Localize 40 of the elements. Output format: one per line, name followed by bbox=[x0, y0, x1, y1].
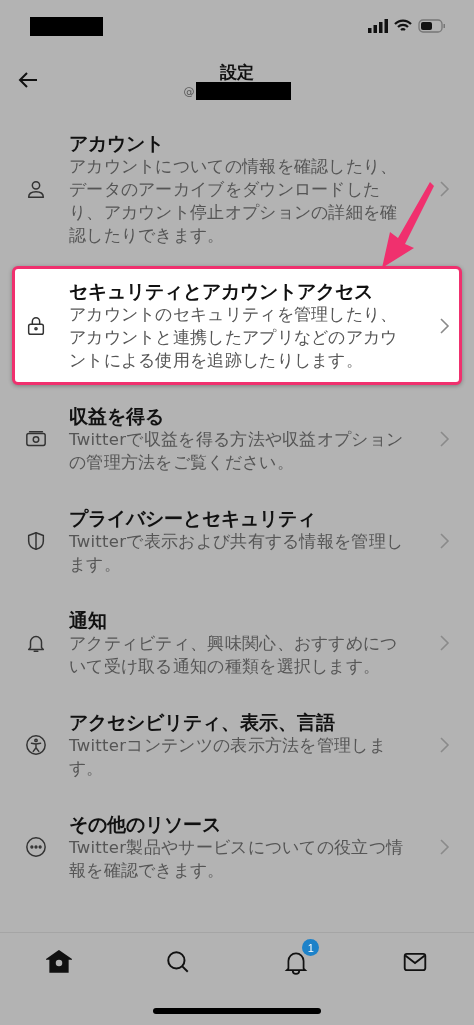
item-title: その他のリソース bbox=[69, 812, 222, 836]
settings-item[interactable]: アクセシビリティ、表示、言語 Twitterコンテンツの表示方法を管理します。 bbox=[12, 697, 462, 793]
settings-item[interactable]: アカウント アカウントについての情報を確認したり、データのアーカイブをダウンロードしたり、アカウント停止オプションの詳細を確認したりできます。 bbox=[12, 118, 462, 260]
settings-item[interactable]: その他のリソース Twitter製品やサービスについての役立つ情報を確認できます。 bbox=[12, 799, 462, 895]
settings-item[interactable]: プライバシーとセキュリティ Twitterで表示および共有する情報を管理します。 bbox=[12, 493, 462, 589]
accessibility-icon bbox=[25, 734, 47, 756]
chevron-icon bbox=[439, 532, 451, 550]
chevron-icon bbox=[439, 180, 451, 198]
item-description: Twitterコンテンツの表示方法を管理します。 bbox=[69, 735, 387, 780]
item-title: セキュリティとアカウントアクセス bbox=[69, 279, 374, 303]
item-description: Twitter製品やサービスについての役立つ情報を確認できます。 bbox=[69, 837, 405, 882]
person-icon bbox=[25, 178, 47, 200]
item-description: アクティビティ、興味関心、おすすめについて受け取る通知の種類を選択します。 bbox=[69, 633, 399, 678]
shield-icon bbox=[25, 530, 47, 552]
chevron-icon bbox=[439, 430, 451, 448]
more-icon bbox=[25, 836, 47, 858]
chevron-icon bbox=[439, 634, 451, 652]
chevron-icon bbox=[439, 316, 451, 335]
item-description: アカウントのセキュリティを管理したり、アカウントと連携したアプリなどのアカウントによる使用を追跡したりします。 bbox=[69, 304, 399, 372]
notification-badge: 1 bbox=[302, 939, 320, 956]
handle-prefix: @ bbox=[183, 84, 195, 98]
signal-icon bbox=[368, 19, 388, 33]
item-description: アカウントについての情報を確認したり、データのアーカイブをダウンロードしたり、アカウント停止オプションの詳細を確認したりできます。 bbox=[69, 156, 399, 247]
settings-item[interactable]: 収益を得る Twitterで収益を得る方法や収益オプションの管理方法をご覧ください。 bbox=[12, 391, 462, 487]
settings-item[interactable]: セキュリティとアカウントアクセス アカウントのセキュリティを管理したり、アカウントと連携したアプリなどのアカウントによる使用を追跡したりします。 bbox=[12, 266, 462, 385]
battery-icon bbox=[418, 19, 446, 33]
item-description: Twitterで収益を得る方法や収益オプションの管理方法をご覧ください。 bbox=[69, 429, 405, 474]
wifi-icon bbox=[394, 19, 412, 33]
tab-button[interactable]: 1 bbox=[273, 939, 320, 977]
settings-item[interactable]: 通知 アクティビティ、興味関心、おすすめについて受け取る通知の種類を選択します。 bbox=[12, 595, 462, 691]
chevron-icon bbox=[439, 838, 451, 856]
item-title: アクセシビリティ、表示、言語 bbox=[69, 710, 336, 734]
item-title: プライバシーとセキュリティ bbox=[69, 506, 317, 530]
item-title: 通知 bbox=[69, 608, 108, 632]
chevron-icon bbox=[439, 736, 451, 754]
lock-icon bbox=[25, 314, 47, 337]
item-title: 収益を得る bbox=[69, 404, 165, 428]
item-title: アカウント bbox=[69, 131, 165, 155]
item-description: Twitterで表示および共有する情報を管理します。 bbox=[69, 531, 405, 576]
page-title: 設定 bbox=[220, 62, 254, 82]
